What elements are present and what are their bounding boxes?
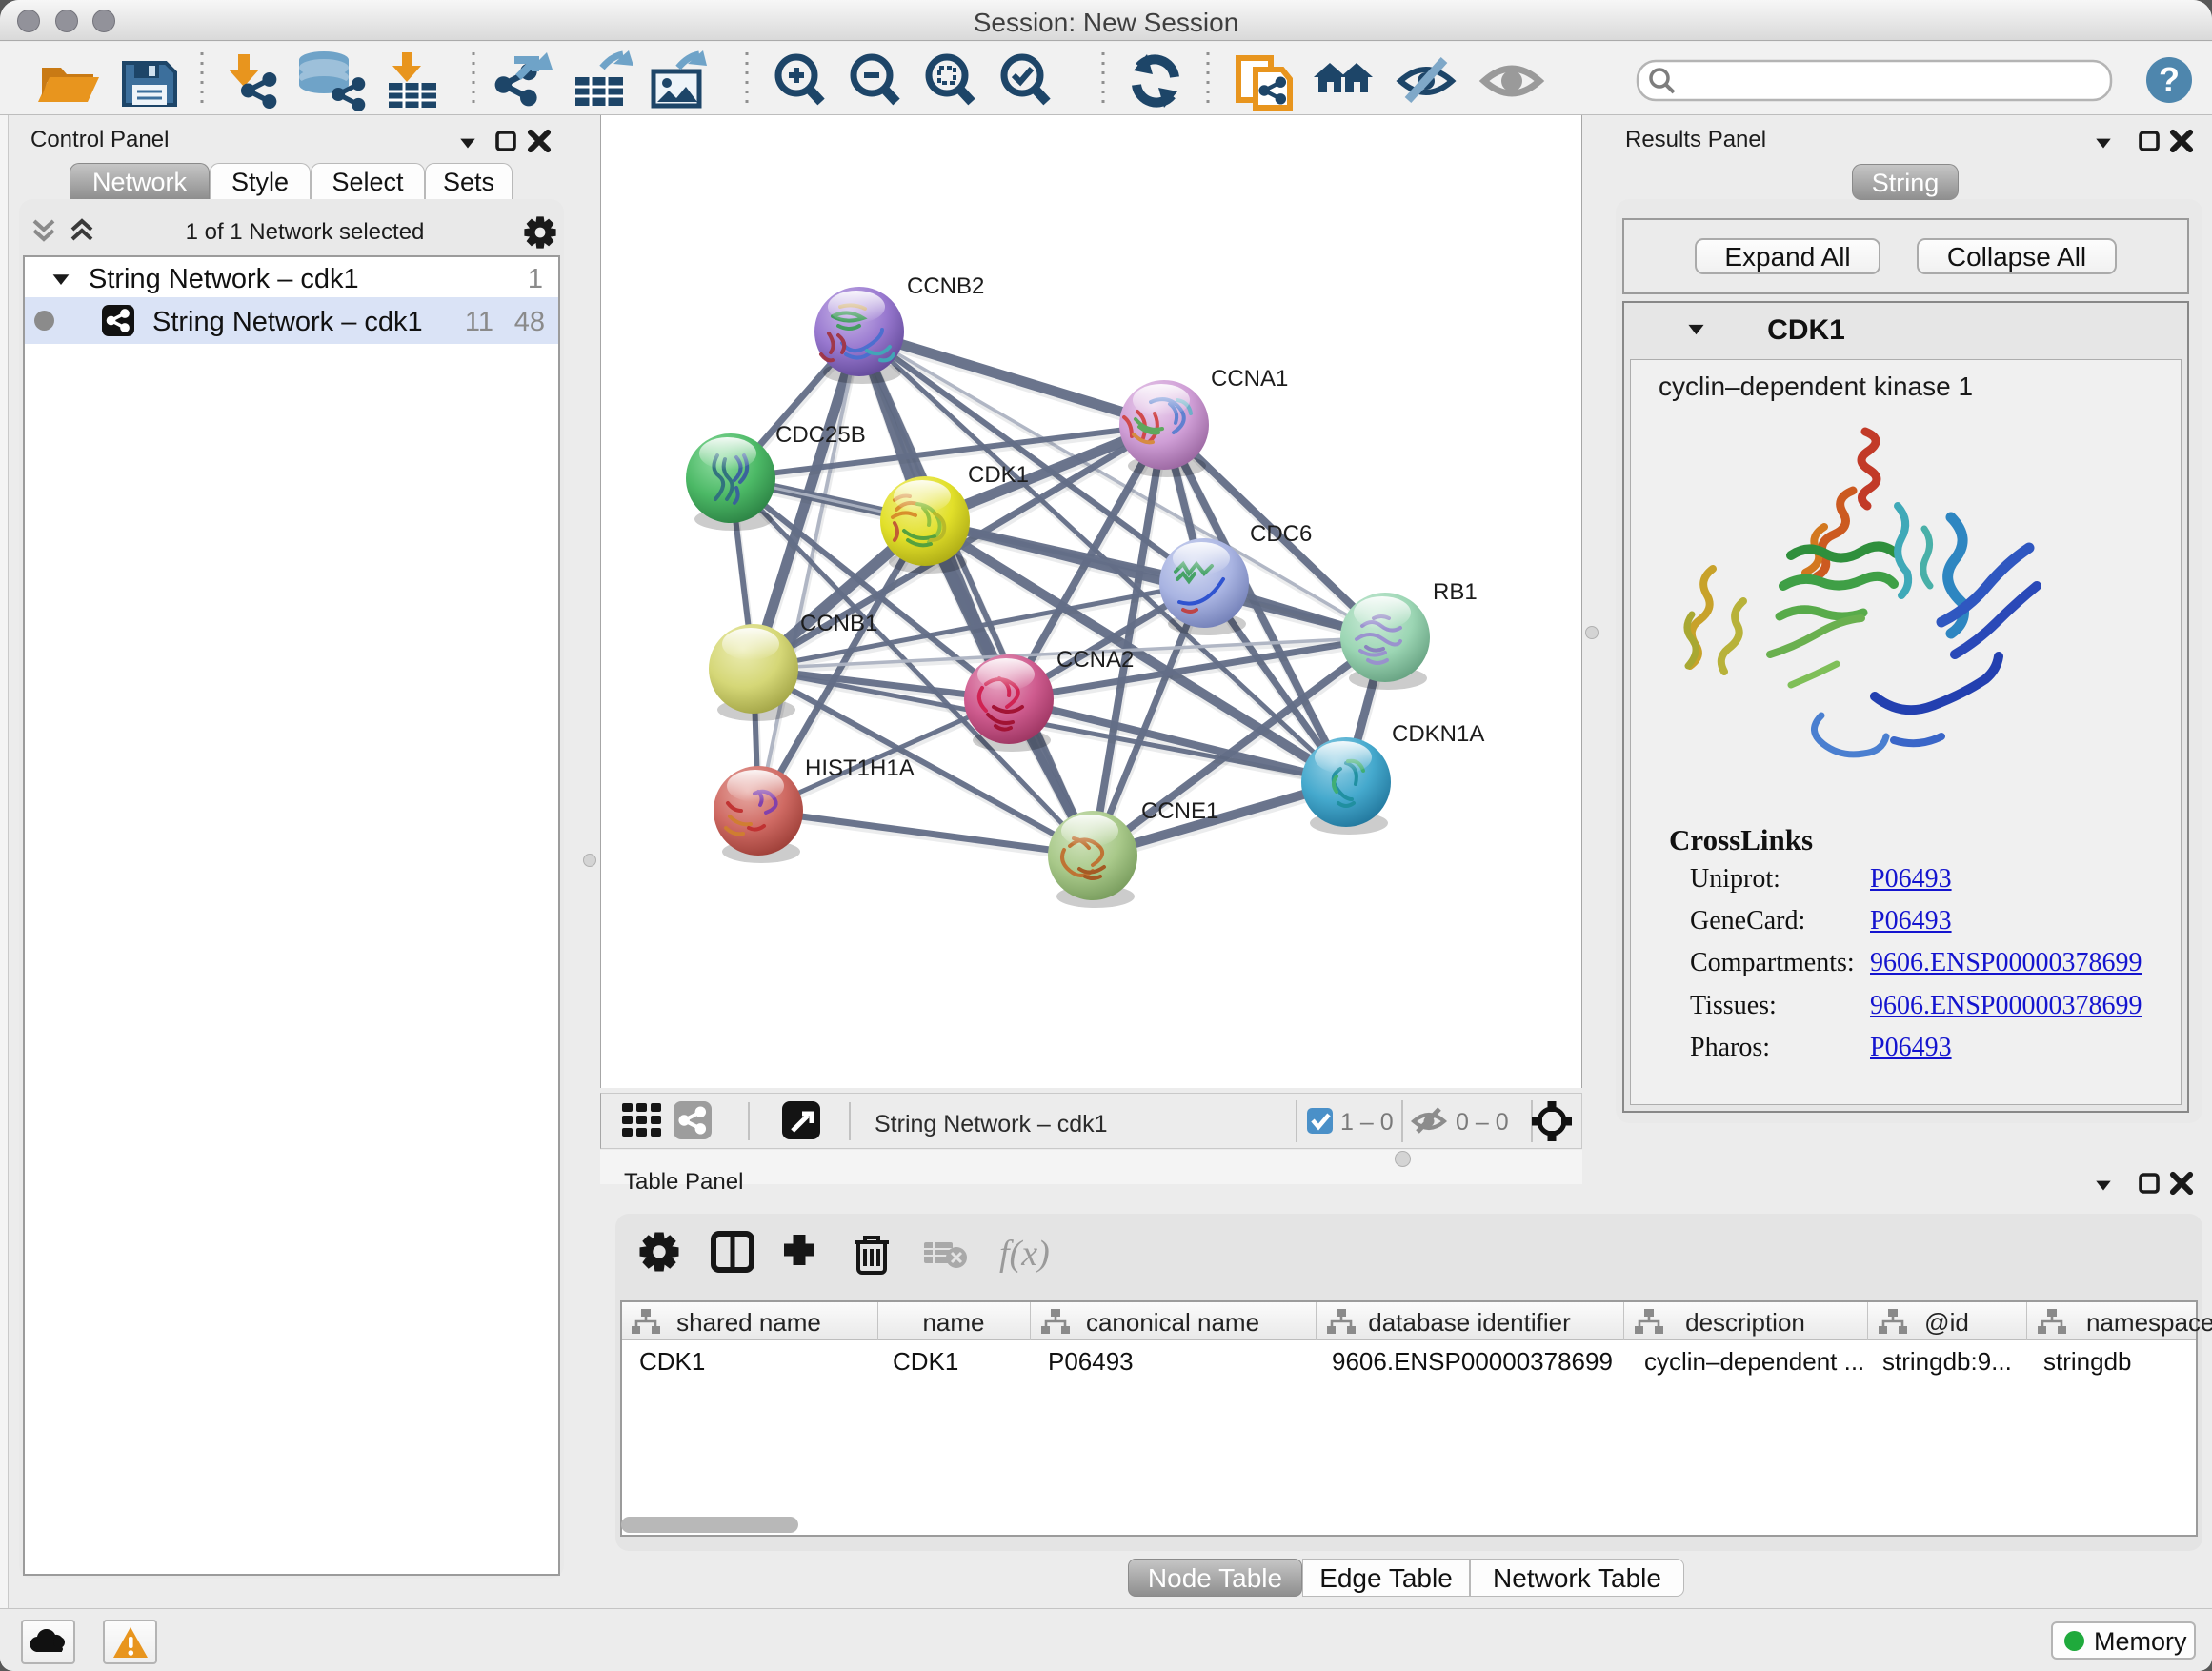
- svg-text:CCNB2: CCNB2: [907, 273, 984, 299]
- svg-text:CDC25B: CDC25B: [775, 422, 866, 448]
- svg-text:HIST1H1A: HIST1H1A: [805, 755, 915, 781]
- svg-text:CCNA2: CCNA2: [1056, 647, 1134, 673]
- svg-text:1 – 0: 1 – 0: [1340, 1109, 1394, 1136]
- svg-text:CCNB1: CCNB1: [800, 611, 877, 636]
- svg-text:CDKN1A: CDKN1A: [1392, 721, 1484, 747]
- svg-text:RB1: RB1: [1433, 579, 1478, 605]
- svg-text:CCNA1: CCNA1: [1211, 366, 1288, 392]
- svg-text:?: ?: [2159, 60, 2180, 99]
- svg-text:CDK1: CDK1: [968, 462, 1029, 488]
- svg-text:CCNE1: CCNE1: [1141, 798, 1218, 824]
- svg-text:CDC6: CDC6: [1250, 521, 1312, 547]
- svg-text:f(x): f(x): [999, 1234, 1050, 1274]
- svg-text:0 – 0: 0 – 0: [1456, 1109, 1509, 1136]
